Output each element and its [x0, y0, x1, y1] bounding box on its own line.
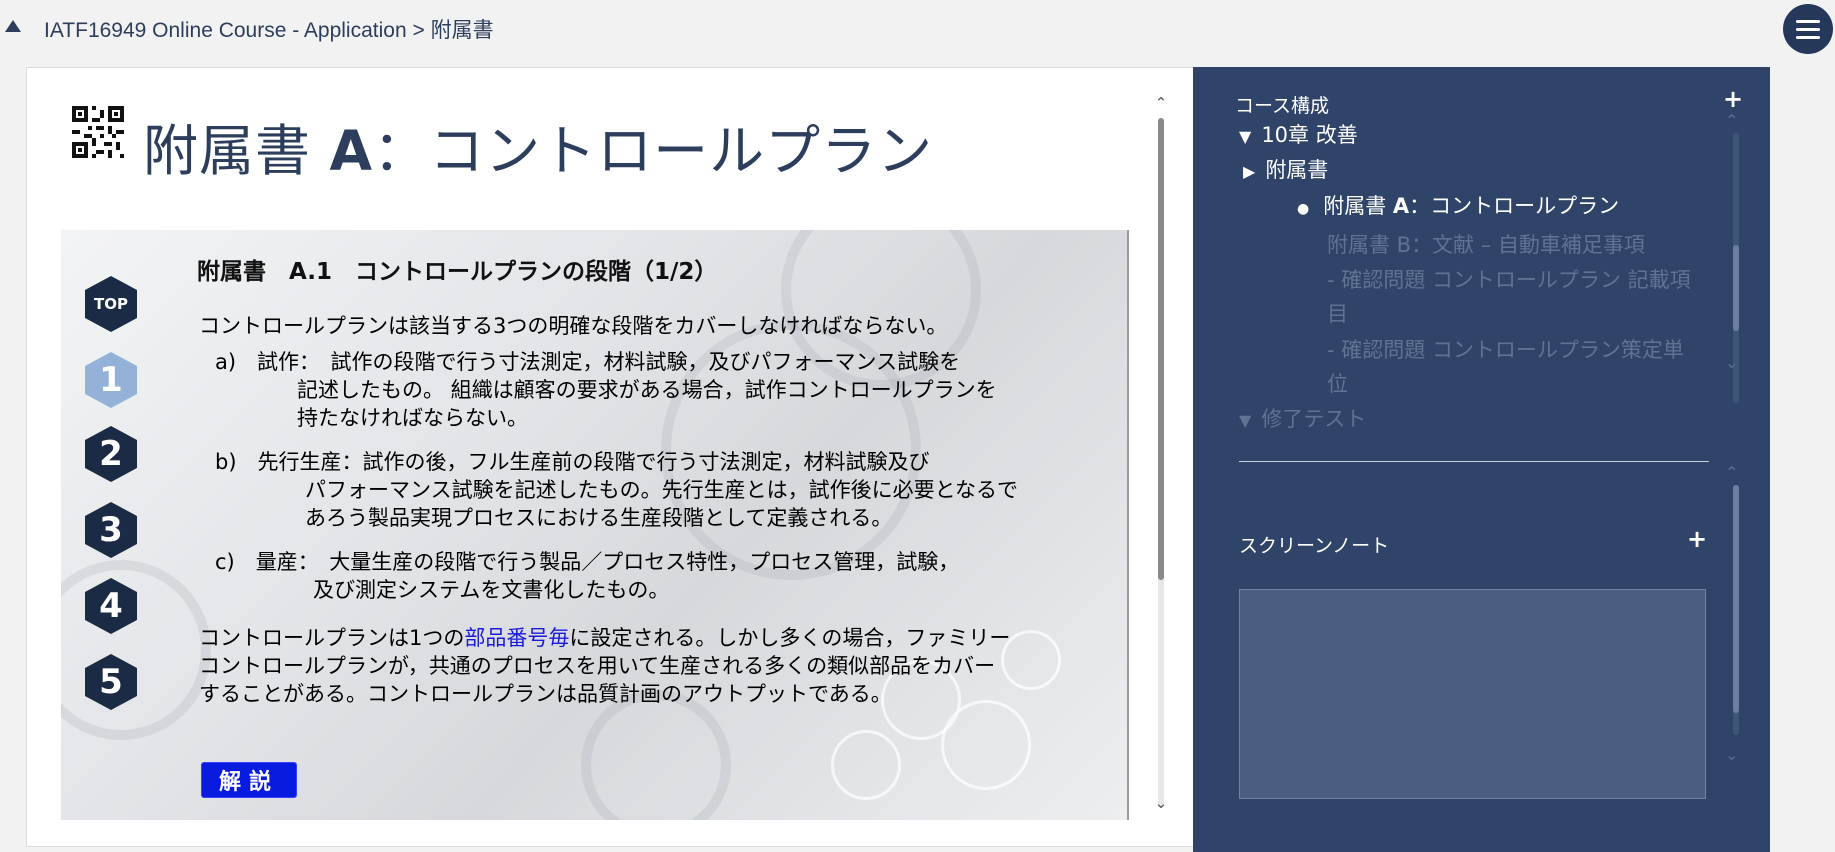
hamburger-menu-icon[interactable]: [1783, 4, 1833, 54]
part-number-link[interactable]: 部品番号毎: [464, 626, 569, 650]
tree-annex-a-current[interactable]: ● 附属書 A：コントロールプラン: [1297, 190, 1619, 220]
triangle-down-icon: ▼: [1239, 127, 1252, 146]
background-gear: [61, 560, 211, 740]
triangle-down-icon: ▼: [1239, 411, 1252, 430]
section-title: 附属書 A.1 コントロールプランの段階（1/2）: [197, 259, 718, 285]
notes-scroll-up-icon[interactable]: ⌃: [1725, 463, 1738, 482]
divider: [1239, 461, 1709, 462]
add-note-plus-icon[interactable]: +: [1687, 525, 1707, 553]
bullet-icon: ●: [1297, 201, 1310, 217]
background-ring: [831, 730, 901, 800]
item-c-line-1: c) 量産： 大量生産の段階で行う製品／プロセス特性，プロセス管理，試験，: [215, 550, 960, 574]
course-structure-header: コース構成: [1235, 95, 1330, 117]
nav-page-3-button[interactable]: 3: [85, 502, 137, 558]
tree-chapter-10[interactable]: ▼ 10章 改善: [1239, 119, 1358, 149]
item-a-line-2: 記述したもの。 組織は顧客の要求がある場合，試作コントロールプランを: [297, 378, 997, 402]
scroll-thumb[interactable]: [1158, 118, 1164, 580]
collapse-up-icon[interactable]: [5, 20, 21, 32]
tree-scroll-thumb[interactable]: [1733, 245, 1739, 331]
item-c-line-2: 及び測定システムを文書化したもの。: [313, 578, 670, 602]
item-a-line-1: a) 試作： 試作の段階で行う寸法測定，材料試験，及びパフォーマンス試験を: [215, 350, 961, 374]
closing-line-2: コントロールプランが，共通のプロセスを用いて生産される多くの類似部品をカバー: [199, 654, 996, 678]
closing-line-1: コントロールプランは1つの部品番号毎に設定される。しかし多くの場合，ファミリー: [199, 626, 1011, 650]
tree-annex[interactable]: ▶ 附属書: [1243, 154, 1328, 184]
screen-notes-textarea[interactable]: [1239, 589, 1706, 799]
item-b-line-1: b) 先行生産：試作の後，フル生産前の段階で行う寸法測定，材料試験及び: [215, 450, 930, 474]
nav-page-2-button[interactable]: 2: [85, 426, 137, 482]
triangle-right-icon: ▶: [1243, 162, 1256, 181]
notes-scroll-thumb[interactable]: [1733, 485, 1739, 713]
background-ring: [941, 700, 1031, 790]
screen-notes-header: スクリーンノート: [1239, 535, 1390, 557]
item-a-line-3: 持たなければならない。: [297, 406, 528, 430]
tree-annex-b[interactable]: 附属書 B：文献 – 自動車補足事項: [1327, 229, 1645, 259]
content-scrollbar[interactable]: ⌃ ⌄: [1149, 94, 1173, 824]
item-b-line-2: パフォーマンス試験を記述したもの。先行生産とは，試作後に必要となるで: [305, 478, 1018, 502]
breadcrumb: IATF16949 Online Course - Application > …: [44, 19, 494, 42]
scroll-down-icon[interactable]: ⌄: [1153, 794, 1169, 812]
top-bar: IATF16949 Online Course - Application > …: [0, 0, 1835, 60]
slide-text: 附属書 A.1 コントロールプランの段階（1/2）: [197, 252, 1117, 286]
page-title: 附属書 A：コントロールプラン: [143, 119, 934, 183]
tree-scroll-down-icon[interactable]: ⌄: [1725, 353, 1738, 372]
content-panel: 附属書 A：コントロールプラン TOP 1 2 3 4 5 附属書 A.1 コン…: [26, 67, 1194, 847]
expand-course-plus-icon[interactable]: +: [1723, 85, 1743, 113]
tree-scroll-up-icon[interactable]: ⌃: [1725, 111, 1738, 130]
intro-text: コントロールプランは該当する3つの明確な段階をカバーしなければならない。: [199, 314, 948, 338]
course-sidebar: コース構成 + ▼ 10章 改善 ▶ 附属書 ● 附属書 A：コントロールプラン 附属…: [1193, 67, 1770, 852]
qr-code-icon: [72, 106, 124, 158]
background-gear: [581, 690, 731, 820]
tree-quiz-2[interactable]: - 確認問題 コントロールプラン策定単位: [1327, 333, 1697, 401]
tree-quiz-1[interactable]: - 確認問題 コントロールプラン 記載項目: [1327, 263, 1697, 331]
slide: TOP 1 2 3 4 5 附属書 A.1 コントロールプランの段階（1/2） …: [61, 230, 1129, 820]
tree-final-test[interactable]: ▼ 修了テスト: [1239, 403, 1366, 433]
scroll-up-icon[interactable]: ⌃: [1153, 94, 1169, 112]
nav-top-button[interactable]: TOP: [85, 276, 137, 332]
nav-page-1-button[interactable]: 1: [85, 352, 137, 408]
notes-scroll-down-icon[interactable]: ⌄: [1725, 745, 1738, 764]
closing-line-3: することがある。コントロールプランは品質計画のアウトプットである。: [199, 682, 892, 706]
explain-button[interactable]: 解説: [201, 762, 297, 798]
item-b-line-3: あろう製品実現プロセスにおける生産段階として定義される。: [305, 506, 893, 530]
